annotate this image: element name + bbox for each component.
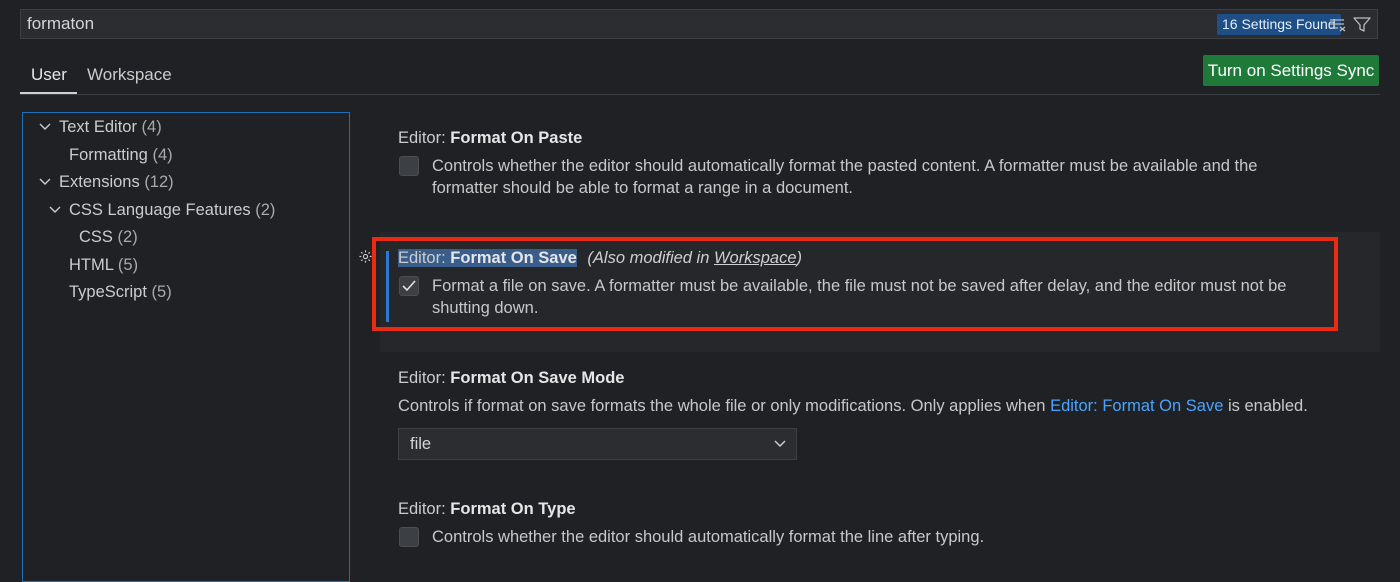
settings-search-bar[interactable]: 16 Settings Found	[20, 9, 1378, 39]
toc-item-label: CSS	[79, 228, 113, 246]
format-on-save-mode-select[interactable]: file	[398, 428, 797, 460]
clear-filter-icon[interactable]	[1327, 14, 1349, 36]
setting-description-format-on-paste: Controls whether the editor should autom…	[432, 155, 1352, 199]
results-count-badge: 16 Settings Found	[1217, 14, 1341, 35]
setting-category: Editor:	[398, 500, 451, 518]
toc-item-count: (2)	[255, 201, 276, 219]
toc-item-count: (4)	[152, 146, 173, 164]
setting-description-format-on-save-mode: Controls if format on save formats the w…	[398, 395, 1378, 417]
toc-item-text-editor[interactable]: Text Editor (4)	[59, 115, 162, 139]
toc-item-typescript[interactable]: TypeScript (5)	[69, 280, 172, 304]
setting-description-format-on-type: Controls whether the editor should autom…	[432, 528, 985, 546]
tab-user[interactable]: User	[31, 58, 67, 92]
setting-title-format-on-paste: Editor: Format On Paste	[398, 129, 582, 148]
chevron-down-icon[interactable]	[48, 198, 62, 222]
annotation-highlight-box	[372, 237, 1338, 331]
setting-name: Format On Paste	[450, 129, 583, 147]
chevron-down-icon[interactable]	[38, 170, 52, 194]
format-on-paste-checkbox[interactable]	[399, 156, 419, 176]
setting-name: Format On Type	[450, 500, 576, 518]
setting-category: Editor:	[398, 129, 451, 147]
toc-item-label: Formatting	[69, 146, 148, 164]
description-text: Controls if format on save formats the w…	[398, 397, 1051, 415]
toc-item-count: (5)	[117, 256, 139, 274]
turn-on-settings-sync-button[interactable]: Turn on Settings Sync	[1203, 55, 1379, 86]
toc-item-count: (12)	[144, 173, 174, 191]
toc-item-html[interactable]: HTML (5)	[69, 253, 138, 277]
toc-item-label: TypeScript	[69, 283, 147, 301]
toc-item-label: CSS Language Features	[69, 201, 251, 219]
setting-title-format-on-type: Editor: Format On Type	[398, 500, 576, 519]
search-input[interactable]	[27, 10, 1177, 38]
description-text: is enabled.	[1223, 397, 1308, 415]
gear-icon[interactable]	[357, 248, 373, 264]
setting-category: Editor:	[398, 369, 451, 387]
toc-item-extensions[interactable]: Extensions (12)	[59, 170, 174, 194]
setting-name: Format On Save Mode	[450, 369, 625, 387]
tab-workspace[interactable]: Workspace	[87, 58, 172, 92]
chevron-down-icon[interactable]	[38, 115, 52, 139]
toc-item-count: (2)	[117, 228, 138, 246]
toc-item-formatting[interactable]: Formatting (4)	[69, 143, 173, 167]
toc-item-label: Text Editor	[59, 118, 137, 136]
toc-item-css[interactable]: CSS (2)	[79, 225, 138, 249]
toc-item-label: HTML	[69, 256, 114, 274]
tabs-divider	[20, 94, 1380, 95]
description-line: Controls whether the editor should autom…	[432, 157, 1258, 175]
settings-toc: Text Editor (4) Formatting (4) Extension…	[22, 112, 350, 582]
setting-title-format-on-save-mode: Editor: Format On Save Mode	[398, 369, 624, 388]
toc-item-css-language-features[interactable]: CSS Language Features (2)	[69, 198, 275, 222]
toc-item-count: (4)	[141, 118, 162, 136]
toc-item-count: (5)	[151, 283, 172, 301]
select-value: file	[410, 435, 432, 453]
toc-item-label: Extensions	[59, 173, 140, 191]
filter-icon[interactable]	[1351, 14, 1373, 36]
format-on-save-link[interactable]: Editor: Format On Save	[1050, 397, 1223, 415]
description-line: formatter should be able to format a ran…	[432, 179, 853, 197]
format-on-type-checkbox[interactable]	[399, 527, 419, 547]
chevron-down-icon	[774, 440, 786, 448]
